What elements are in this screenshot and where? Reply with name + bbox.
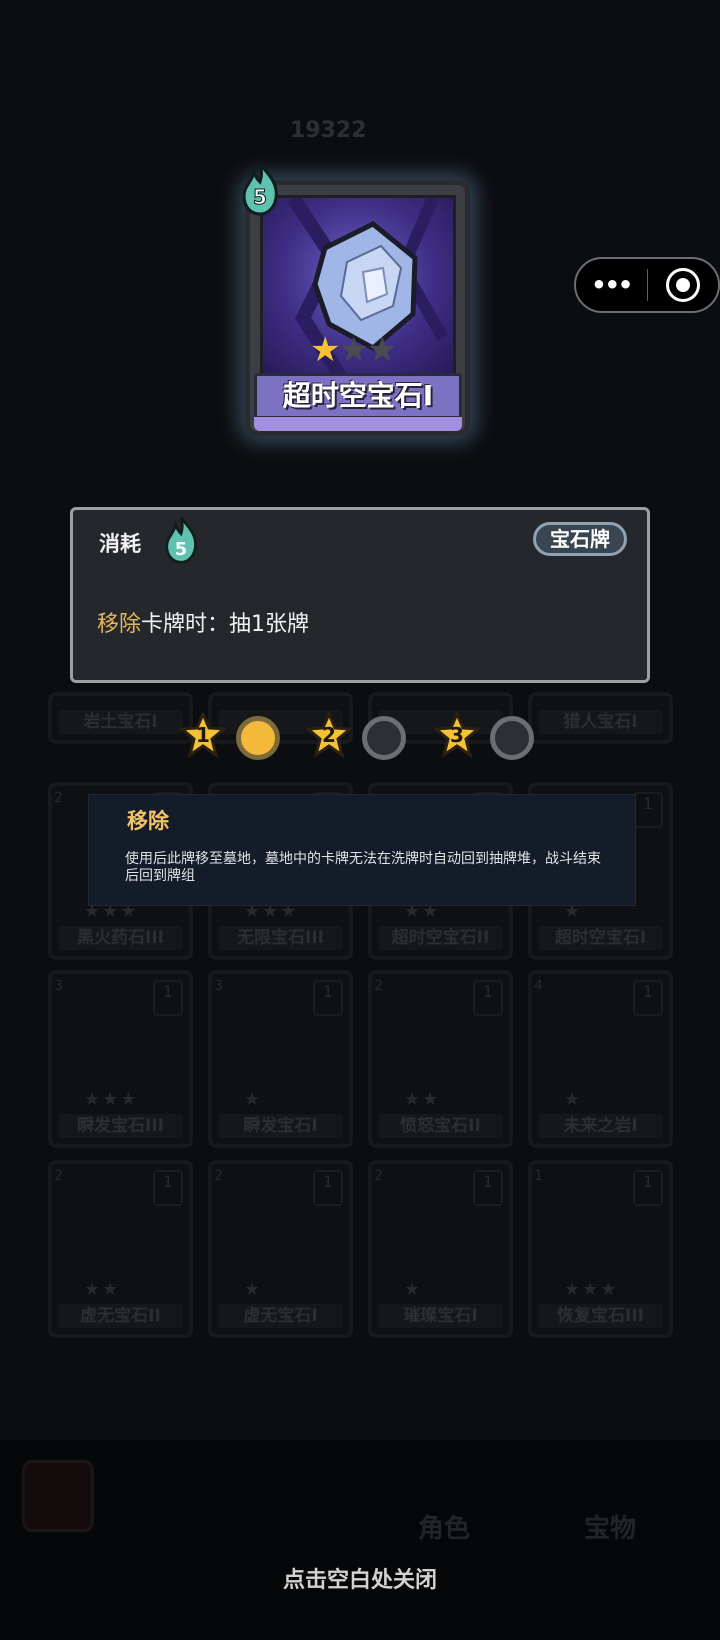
description-highlight: 移除 — [97, 612, 142, 637]
star-empty-icon: ★ — [338, 330, 369, 370]
keyword-tooltip: 移除 使用后此牌移至墓地，墓地中的卡牌无法在洗牌时自动回到抽牌堆，战斗结束后回到… — [88, 794, 636, 906]
level-2-label: 2 — [322, 723, 336, 747]
bg-deck-card: 恢复宝石III ★★★ 1 1 — [528, 1160, 673, 1338]
bg-card-stack-count: 1 — [313, 1170, 343, 1206]
bg-card-name: 岩土宝石I — [58, 710, 183, 734]
bg-card-name: 黑火药石III — [58, 926, 183, 950]
bg-card-name: 猎人宝石I — [538, 710, 663, 734]
back-button — [22, 1460, 94, 1532]
bg-card-name: 恢复宝石III — [538, 1304, 663, 1328]
bg-card-cost: 3 — [54, 978, 63, 994]
featured-card: ★★★ 超时空宝石I — [245, 180, 470, 436]
bg-card-cost: 4 — [534, 978, 543, 994]
bg-role-button: 角色 — [418, 1514, 471, 1544]
bg-deck-card: 猎人宝石I — [528, 692, 673, 744]
bg-card-stars: ★★★ — [84, 1089, 139, 1110]
level-1-label: 1 — [196, 723, 210, 747]
bg-card-stars: ★ — [564, 1089, 583, 1110]
card-bottom-edge — [254, 417, 462, 431]
bg-deck-card: 岩土宝石I — [48, 692, 193, 744]
bg-card-name: 瞬发宝石I — [218, 1114, 343, 1138]
bg-deck-card: 虚无宝石II ★★ 2 1 — [48, 1160, 193, 1338]
flame-cost-icon: 5 — [165, 516, 197, 564]
bg-card-cost: 2 — [214, 1168, 223, 1184]
bg-card-name: 瞬发宝石III — [58, 1114, 183, 1138]
flame-cost-icon: 5 — [242, 163, 278, 216]
star-filled-icon: ★ — [310, 330, 341, 370]
card-star-rating: ★★★ — [310, 330, 398, 370]
level-1-dot[interactable] — [236, 716, 280, 760]
card-info-panel: 消耗 5 宝石牌 移除卡牌时：抽1张牌 — [70, 507, 650, 683]
level-3-dot[interactable] — [490, 716, 534, 760]
star-empty-icon: ★ — [366, 330, 398, 370]
bg-card-name: 未来之岩I — [538, 1114, 663, 1138]
card-title: 超时空宝石I — [254, 373, 462, 419]
bg-card-stars: ★ — [404, 1279, 423, 1300]
level-star-icon: 2 — [306, 712, 352, 758]
bg-card-name: 无限宝石III — [218, 926, 343, 950]
bg-card-stack-count: 1 — [473, 1170, 503, 1206]
bg-deck-card: 璀璨宝石I ★ 2 1 — [368, 1160, 513, 1338]
bg-card-stars: ★★ — [404, 1089, 441, 1110]
bg-card-stack-count: 1 — [633, 980, 663, 1016]
bg-card-name: 虚无宝石II — [58, 1304, 183, 1328]
bg-card-cost: 3 — [214, 978, 223, 994]
bg-card-stack-count: 1 — [473, 980, 503, 1016]
bg-card-stars: ★★★ — [564, 1279, 619, 1300]
bg-card-name: 虚无宝石I — [218, 1304, 343, 1328]
level-star-icon: 3 — [434, 712, 480, 758]
bg-deck-card: 未来之岩I ★ 4 1 — [528, 970, 673, 1148]
bg-score-text: 19322 — [290, 118, 367, 143]
bg-card-name: 超时空宝石I — [538, 926, 663, 950]
bg-card-cost: 1 — [534, 1168, 543, 1184]
level-3-label: 3 — [450, 723, 464, 747]
description-text: 卡牌时：抽1张牌 — [141, 612, 310, 637]
bg-card-stars: ★ — [244, 1279, 263, 1300]
bg-card-stack-count: 1 — [153, 1170, 183, 1206]
target-icon[interactable] — [648, 268, 719, 302]
bg-card-cost: 2 — [54, 790, 63, 806]
card-cost-value: 5 — [253, 185, 267, 209]
keyword-label: 消耗 — [99, 532, 141, 556]
bg-card-stars: ★ — [244, 1089, 263, 1110]
bg-deck-card: 瞬发宝石I ★ 3 1 — [208, 970, 353, 1148]
level-star-icon: 1 — [180, 712, 226, 758]
card-description: 移除卡牌时：抽1张牌 — [97, 606, 309, 638]
bg-card-cost: 2 — [374, 1168, 383, 1184]
bg-card-stars: ★★ — [84, 1279, 121, 1300]
bg-card-stack-count: 1 — [633, 1170, 663, 1206]
close-hint[interactable]: 点击空白处关闭 — [0, 1562, 720, 1594]
bg-treasure-button: 宝物 — [584, 1514, 637, 1544]
tooltip-title: 移除 — [127, 809, 169, 833]
bg-card-name: 愤怒宝石II — [378, 1114, 503, 1138]
bg-deck-card: 瞬发宝石III ★★★ 3 1 — [48, 970, 193, 1148]
info-cost-value: 5 — [175, 540, 187, 560]
bg-card-cost: 2 — [374, 978, 383, 994]
level-selector: 1 2 3 — [180, 712, 540, 764]
tooltip-body: 使用后此牌移至墓地，墓地中的卡牌无法在洗牌时自动回到抽牌堆，战斗结束后回到牌组 — [125, 851, 601, 884]
miniprogram-capsule: ••• — [574, 257, 720, 313]
bg-card-name: 超时空宝石II — [378, 926, 503, 950]
bg-card-stack-count: 1 — [313, 980, 343, 1016]
level-2-dot[interactable] — [362, 716, 406, 760]
bg-card-cost: 2 — [54, 1168, 63, 1184]
bg-card-stack-count: 1 — [153, 980, 183, 1016]
bg-card-stack-count: 1 — [633, 792, 663, 828]
card-type-tag: 宝石牌 — [533, 522, 627, 556]
bg-card-name: 璀璨宝石I — [378, 1304, 503, 1328]
bg-deck-card: 愤怒宝石II ★★ 2 1 — [368, 970, 513, 1148]
more-dots-icon[interactable]: ••• — [576, 271, 647, 299]
bg-deck-card: 虚无宝石I ★ 2 1 — [208, 1160, 353, 1338]
